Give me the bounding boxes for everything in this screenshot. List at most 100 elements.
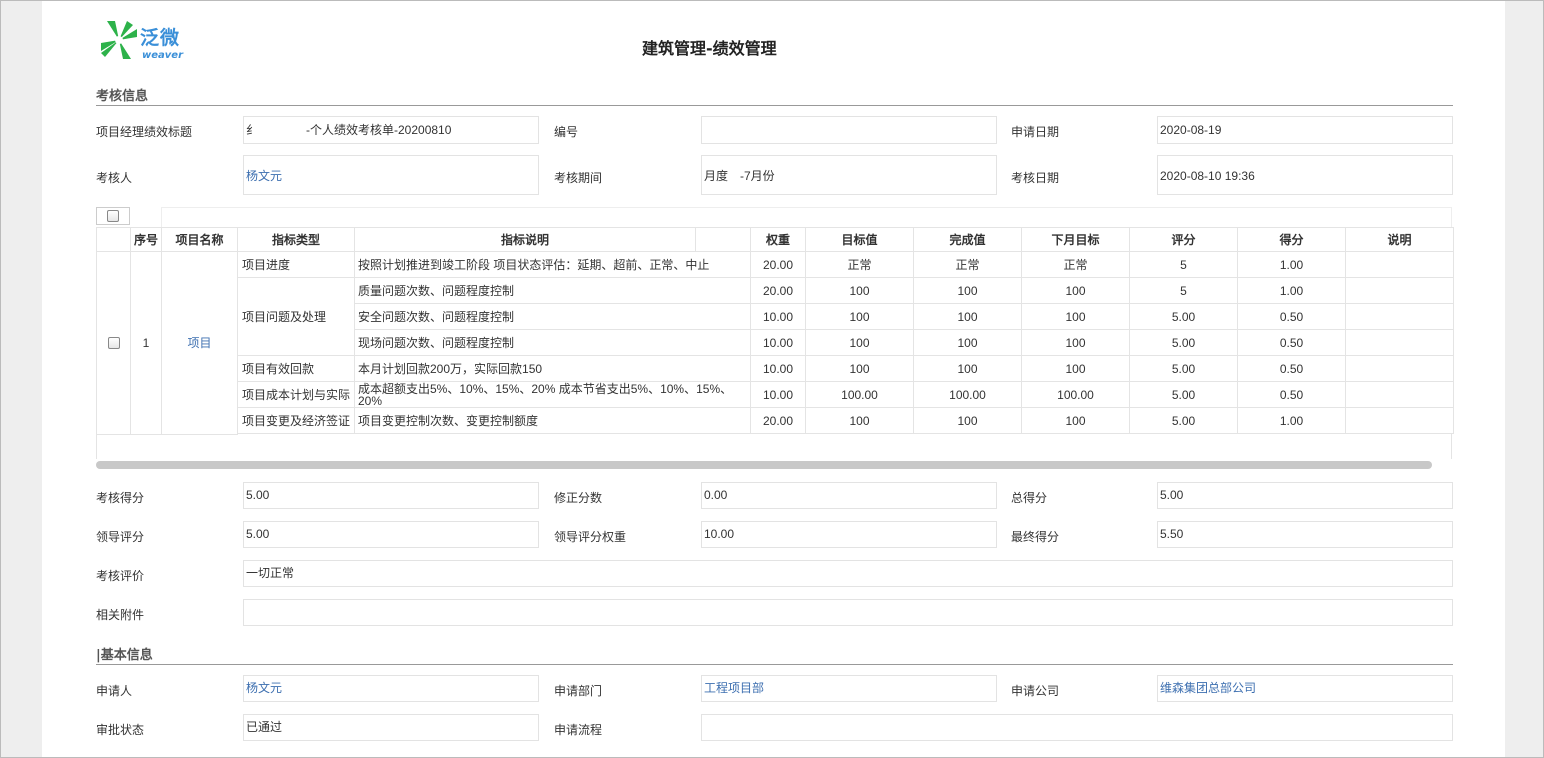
assessor-label: 考核人	[96, 171, 133, 185]
row-check-cell	[96, 251, 131, 435]
section-title-assessment: 考核信息	[96, 89, 149, 104]
assess-score-label: 考核得分	[96, 491, 145, 505]
assess-date-label: 考核日期	[1011, 171, 1060, 185]
header-index: 序号	[130, 227, 162, 252]
pm-title-value: -个人绩效考核单-20200810	[306, 123, 452, 137]
type-cell: 项目问题及处理	[237, 277, 355, 356]
status-label: 审批状态	[96, 723, 145, 737]
note-cell	[1345, 251, 1454, 278]
note-cell	[1345, 407, 1454, 434]
type-cell: 项目成本计划与实际	[237, 381, 355, 408]
score-cell: 1.00	[1237, 277, 1346, 304]
leader-weight-label: 领导评分权重	[554, 530, 627, 544]
assess-score-field[interactable]: 5.00	[243, 482, 539, 509]
assess-date-field[interactable]: 2020-08-10 19:36	[1157, 155, 1453, 195]
next-cell: 100	[1021, 329, 1130, 356]
company-link[interactable]: 维森集团总部公司	[1157, 675, 1453, 702]
done-cell: 正常	[913, 251, 1022, 278]
weight-cell: 10.00	[750, 303, 806, 330]
scrollbar-thumb[interactable]	[96, 461, 1432, 469]
desc-cell: 现场问题次数、问题程度控制	[354, 329, 751, 356]
applicant-label: 申请人	[96, 684, 133, 698]
next-cell: 100.00	[1021, 381, 1130, 408]
number-field[interactable]	[701, 116, 997, 144]
final-score-label: 最终得分	[1011, 530, 1060, 544]
weight-cell: 10.00	[750, 329, 806, 356]
header-target: 目标值	[805, 227, 914, 252]
project-name-link[interactable]: 项目	[161, 251, 238, 435]
header-type: 指标类型	[237, 227, 355, 252]
comment-field[interactable]: 一切正常	[243, 560, 1453, 587]
section-title-basic: |基本信息	[96, 648, 153, 663]
note-cell	[1345, 303, 1454, 330]
pm-title-label: 项目经理绩效标题	[96, 125, 193, 139]
assessor-link[interactable]: 杨文元	[243, 155, 539, 195]
attachment-label: 相关附件	[96, 608, 145, 622]
final-score-field[interactable]: 5.50	[1157, 521, 1453, 548]
dept-link[interactable]: 工程项目部	[701, 675, 997, 702]
desc-cell: 质量问题次数、问题程度控制	[354, 277, 751, 304]
comment-label: 考核评价	[96, 569, 145, 583]
pm-title-field[interactable]: 纟 -个人绩效考核单-20200810	[243, 116, 539, 144]
section-divider	[96, 105, 1453, 106]
table-row: 项目变更及经济签证 项目变更控制次数、变更控制额度 20.00 100 100 …	[97, 407, 1454, 434]
header-done: 完成值	[913, 227, 1022, 252]
company-label: 申请公司	[1011, 684, 1060, 698]
score-cell: 0.50	[1237, 303, 1346, 330]
done-cell: 100	[913, 303, 1022, 330]
desc-cell: 按照计划推进到竣工阶段 项目状态评估：延期、超前、正常、中止	[354, 251, 751, 278]
desc-cell: 成本超额支出5%、10%、15%、20% 成本节省支出5%、10%、15%、20…	[354, 381, 751, 408]
type-cell: 项目有效回款	[237, 355, 355, 382]
header-project: 项目名称	[161, 227, 238, 252]
apply-date-field[interactable]: 2020-08-19	[1157, 116, 1453, 144]
done-cell: 100	[913, 355, 1022, 382]
header-score: 得分	[1237, 227, 1346, 252]
row-checkbox[interactable]	[107, 336, 120, 349]
note-cell	[1345, 355, 1454, 382]
next-cell: 100	[1021, 303, 1130, 330]
weaver-logo: 泛微 weaver	[99, 19, 194, 65]
table-row: 项目成本计划与实际 成本超额支出5%、10%、15%、20% 成本节省支出5%、…	[97, 381, 1454, 408]
rating-cell: 5.00	[1129, 329, 1238, 356]
header-weight: 权重	[750, 227, 806, 252]
next-cell: 100	[1021, 407, 1130, 434]
attachment-field[interactable]	[243, 599, 1453, 626]
apply-date-label: 申请日期	[1011, 125, 1060, 139]
weaver-pinwheel-icon	[101, 21, 137, 59]
weight-cell: 10.00	[750, 355, 806, 382]
table-footer-area	[96, 434, 1452, 460]
leader-score-field[interactable]: 5.00	[243, 521, 539, 548]
rating-cell: 5.00	[1129, 355, 1238, 382]
next-cell: 正常	[1021, 251, 1130, 278]
flow-field[interactable]	[701, 714, 1453, 741]
weight-cell: 20.00	[750, 277, 806, 304]
rating-cell: 5	[1129, 277, 1238, 304]
desc-cell: 项目变更控制次数、变更控制额度	[354, 407, 751, 434]
form-page: 泛微 weaver 建筑管理-绩效管理 考核信息 项目经理绩效标题 纟 -个人绩效…	[42, 1, 1505, 757]
leader-weight-field[interactable]: 10.00	[701, 521, 997, 548]
type-cell: 项目进度	[237, 251, 355, 278]
applicant-link[interactable]: 杨文元	[243, 675, 539, 702]
adjust-score-field[interactable]: 0.00	[701, 482, 997, 509]
done-cell: 100	[913, 277, 1022, 304]
table-row: 1 项目 项目进度 按照计划推进到竣工阶段 项目状态评估：延期、超前、正常、中止…	[96, 251, 1454, 435]
adjust-score-label: 修正分数	[554, 491, 603, 505]
page-title: 建筑管理-绩效管理	[642, 39, 777, 58]
score-cell: 1.00	[1237, 251, 1346, 278]
total-score-field[interactable]: 5.00	[1157, 482, 1453, 509]
status-field[interactable]: 已通过	[243, 714, 539, 741]
header-check	[96, 227, 131, 252]
weight-cell: 20.00	[750, 407, 806, 434]
header-note: 说明	[1345, 227, 1454, 252]
select-all-checkbox[interactable]	[107, 210, 119, 222]
score-cell: 0.50	[1237, 329, 1346, 356]
score-cell: 0.50	[1237, 381, 1346, 408]
done-cell: 100	[913, 329, 1022, 356]
pm-title-prefix: 纟	[246, 123, 259, 137]
period-field[interactable]: 月度 -7月份	[701, 155, 997, 195]
target-cell: 100	[805, 407, 914, 434]
header-blank	[695, 227, 751, 252]
header-next: 下月目标	[1021, 227, 1130, 252]
period-label: 考核期间	[554, 171, 603, 185]
table-header-row: 序号 项目名称 指标类型 指标说明 权重 目标值 完成值 下月目标 评分 得分 …	[96, 227, 1454, 252]
